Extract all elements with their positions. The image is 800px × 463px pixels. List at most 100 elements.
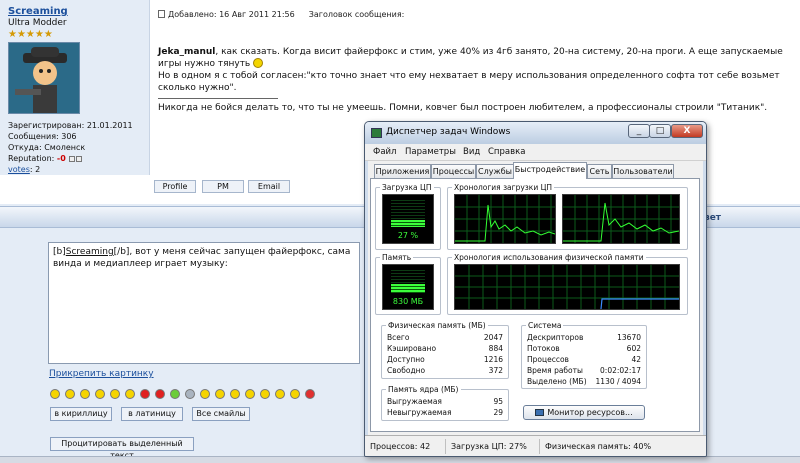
kernel-memory-label: Память ядра (МБ) [386,385,461,394]
profile-button[interactable]: Profile [154,180,196,193]
smiley-grin-icon[interactable] [50,389,60,399]
menu-view[interactable]: Вид [463,147,480,157]
quote-selected-button[interactable]: Процитировать выделенный текст [50,437,194,460]
post-date: Добавлено: 16 Авг 2011 21:56 [168,10,295,19]
user-panel: Screaming Ultra Modder ★★★★★ Зарегистрир… [0,0,150,175]
resource-monitor-button[interactable]: Монитор ресурсов... [523,405,645,420]
smiley-cool-icon[interactable] [65,389,75,399]
user-location: Откуда: Смоленск [8,143,86,152]
smiley-yes-icon[interactable] [260,389,270,399]
rank-stars: ★★★★★ [8,29,53,40]
smiley-dance-icon[interactable] [95,389,105,399]
memory-history-plot [455,265,679,309]
message-count: Сообщения: 306 [8,132,77,141]
smiley-angry-icon[interactable] [140,389,150,399]
smiley-mad-icon[interactable] [155,389,165,399]
tab-users[interactable]: Пользователи [612,164,674,178]
task-manager-icon [371,128,382,138]
user-rank: Ultra Modder [8,18,67,28]
post-icon [158,10,165,18]
cpu-usage-label: Загрузка ЦП [380,183,434,192]
phys-key: Свободно [387,366,426,375]
user-info: Зарегистрирован: 21.01.2011 Сообщения: 3… [8,120,141,175]
cpu-meter: 27 % [382,194,434,244]
votes-link[interactable]: votes [8,165,30,174]
task-manager-window: Диспетчер задач Windows _ □ X Файл Парам… [364,121,707,457]
smiley-shock-icon[interactable] [245,389,255,399]
phys-value: 1216 [483,355,503,364]
cpu-core2-plot [563,195,679,243]
window-title: Диспетчер задач Windows [386,127,511,137]
memory-meter: 830 МБ [382,264,434,310]
cpu-usage-group: Загрузка ЦП 27 % [375,183,441,250]
email-button[interactable]: Email [248,180,290,193]
system-key: Выделено (МБ) [527,377,587,386]
system-group: Система Дескрипторов 13670 Потоков 602 Про… [521,321,647,389]
tab-services[interactable]: Службы [476,164,514,178]
tab-network[interactable]: Сеть [587,164,612,178]
reputation-label: Reputation: [8,154,55,163]
reputation-minus-icon[interactable] [69,155,76,162]
status-cpu: Загрузка ЦП: 27% [445,439,539,454]
post-author-link[interactable]: Screaming [8,6,141,17]
maximize-button[interactable]: □ [649,124,671,138]
attach-image-link[interactable]: Прикрепить картинку [49,369,154,379]
bottom-strip [0,456,800,463]
smiley-devil-icon[interactable] [305,389,315,399]
cpu-core1-plot [455,195,555,243]
menu-help[interactable]: Справка [488,147,525,157]
kernel-key: Выгружаемая [387,397,442,406]
reputation-plus-icon[interactable] [76,155,83,162]
kernel-value: 95 [493,397,503,406]
physical-memory-group: Физическая память (МБ) Всего 2047 Кэширов… [381,321,509,379]
reply-text-prefix: [b] [53,247,66,257]
smiley-wink-icon[interactable] [200,389,210,399]
title-bar[interactable]: Диспетчер задач Windows _ □ X [365,122,706,144]
post-header: Добавлено: 16 Авг 2011 21:56 Заголовок со… [158,10,404,19]
smiley-sick-icon[interactable] [170,389,180,399]
resource-monitor-label: Монитор ресурсов... [547,408,633,417]
cpu-history-group: Хронология загрузки ЦП [447,183,688,250]
post-body: Jeka_manul, как сказать. Когда висит фай… [158,46,794,114]
smiley-dead-icon[interactable] [185,389,195,399]
system-key: Процессов [527,355,569,364]
phys-value: 884 [488,344,503,353]
memory-meter-fill [391,283,425,293]
smiley-glasses-icon[interactable] [215,389,225,399]
reply-textarea[interactable]: [b]Screaming[/b], вот у меня сейчас запу… [48,242,360,364]
physical-memory-label: Физическая память (МБ) [386,321,488,330]
tab-applications[interactable]: Приложения [374,164,431,178]
close-button[interactable]: X [671,124,703,138]
to-cyrillic-button[interactable]: в кириллицу [50,407,112,421]
status-bar: Процессов: 42 Загрузка ЦП: 27% Физическа… [365,435,706,456]
votes-value: : 2 [29,165,41,174]
post-text-1: , как сказать. Когда висит файерфокс и с… [158,47,783,69]
signature-text: Никогда не бойся делать то, что ты не ум… [158,103,768,113]
smiley-think-icon[interactable] [290,389,300,399]
cpu-usage-value: 27 % [397,231,419,240]
menu-options[interactable]: Параметры [405,147,456,157]
menu-file[interactable]: Файл [373,147,396,157]
post-text-2: Но в одном я с тобой согласен:"кто точно… [158,71,780,93]
pm-button[interactable]: PM [202,180,244,193]
smiley-wave-icon[interactable] [230,389,240,399]
all-smileys-button[interactable]: Все смайлы [192,407,250,421]
menu-bar: Файл Параметры Вид Справка [365,144,706,161]
phys-key: Доступно [387,355,425,364]
tab-performance[interactable]: Быстродействие [513,162,587,179]
kernel-key: Невыгружаемая [387,408,452,417]
post-subject-label: Заголовок сообщения: [308,10,405,19]
performance-panel: Загрузка ЦП 27 % Хронология загрузки ЦП [370,178,700,432]
tab-processes[interactable]: Процессы [431,164,476,178]
system-value: 13670 [617,333,641,342]
tab-container: Приложения Процессы Службы Быстродействи… [368,161,703,435]
minimize-button[interactable]: _ [628,124,650,138]
reply-text-name: Screaming [65,247,114,257]
smiley-smile-icon[interactable] [110,389,120,399]
to-latin-button[interactable]: в латиницу [121,407,183,421]
smiley-laugh-icon[interactable] [80,389,90,399]
phys-value: 372 [488,366,503,375]
kernel-value: 29 [493,408,503,417]
smiley-sad-icon[interactable] [125,389,135,399]
smiley-no-icon[interactable] [275,389,285,399]
